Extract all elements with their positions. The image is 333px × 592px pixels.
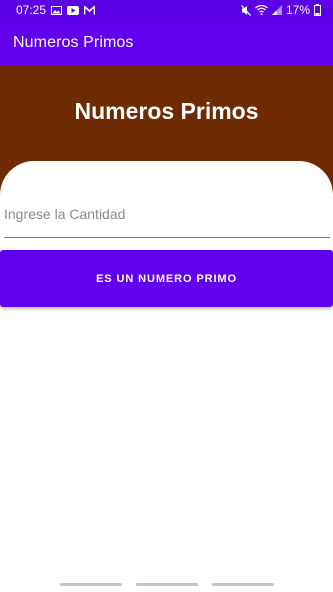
status-bar: 07:25 17% bbox=[0, 0, 333, 20]
header-title: Numeros Primos bbox=[74, 98, 259, 124]
nav-recents-button[interactable] bbox=[59, 582, 122, 586]
battery-percent: 17% bbox=[285, 3, 310, 17]
app-bar: Numeros Primos bbox=[0, 20, 333, 66]
check-prime-button[interactable]: ES UN NUMERO PRIMO bbox=[0, 250, 333, 307]
status-left: 07:25 bbox=[16, 3, 96, 17]
app-title: Numeros Primos bbox=[13, 34, 134, 51]
quantity-input[interactable] bbox=[4, 190, 330, 238]
nav-back-button[interactable] bbox=[211, 582, 274, 586]
wifi-icon bbox=[255, 5, 268, 15]
nav-home-button[interactable] bbox=[135, 582, 198, 586]
gmail-icon bbox=[84, 5, 96, 15]
image-icon bbox=[51, 5, 63, 15]
status-time: 07:25 bbox=[16, 3, 47, 17]
status-right: 17% bbox=[241, 3, 321, 17]
signal-icon bbox=[271, 5, 282, 15]
battery-icon bbox=[314, 4, 321, 16]
mute-icon bbox=[241, 4, 251, 16]
youtube-icon bbox=[67, 5, 80, 15]
navigation-bar bbox=[0, 576, 333, 592]
